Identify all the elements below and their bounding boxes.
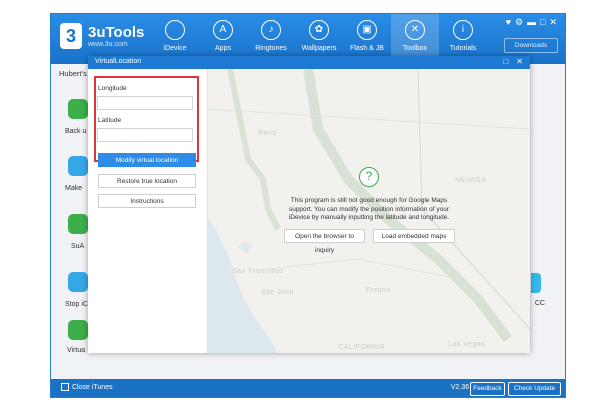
open-browser-button[interactable]: Open the browser to inquiry (284, 229, 365, 254)
dialog-titlebar: VirtualLocation □ ✕ (88, 56, 530, 69)
right-app-label: CC (534, 300, 545, 307)
stop-app-icon[interactable] (68, 272, 88, 292)
nav-label: Wallpapers (301, 45, 337, 52)
status-bar: Close iTunes V2.36 Feedback Check Update (51, 379, 565, 397)
flower-icon: ✿ (309, 20, 329, 40)
close-itunes-checkbox[interactable]: Close iTunes (61, 383, 113, 391)
latitude-input[interactable] (97, 128, 193, 142)
nav-label: Ringtones (255, 45, 287, 52)
bg-app-label: SuA (71, 243, 85, 250)
nav-label: Apps (215, 45, 231, 52)
modify-location-button[interactable]: Modify virtual location (98, 153, 196, 167)
right-app-icon[interactable] (531, 273, 541, 293)
instructions-button[interactable]: Instructions (98, 194, 196, 208)
downloads-button[interactable]: Downloads (504, 38, 558, 53)
device-name: Hubert's (59, 69, 87, 78)
load-embedded-maps-button[interactable]: Load embedded maps (373, 229, 455, 243)
bell-icon: ♪ (261, 20, 281, 40)
app-url: www.3u.com (88, 41, 128, 48)
app-name: 3uTools (88, 24, 145, 41)
bg-app-label: Make (65, 185, 83, 192)
gear-icon[interactable]: ⚙ (515, 17, 523, 27)
map-area[interactable]: Reno NEVADA San Francisco San Jose CALIF… (208, 69, 530, 353)
make-app-icon[interactable] (68, 156, 88, 176)
nav-label: Flash & JB (350, 45, 384, 52)
maximize-icon[interactable]: □ (540, 17, 545, 27)
apps-icon: A (213, 20, 233, 40)
map-label-nevada: NEVADA (455, 177, 487, 184)
map-label-reno: Reno (258, 130, 277, 137)
toolbox-icon: ✕ (405, 20, 425, 40)
checkbox-icon (61, 383, 69, 391)
virtual-location-dialog: VirtualLocation □ ✕ Longitude Latitude M… (88, 56, 530, 353)
close-icon[interactable]: ✕ (549, 17, 557, 27)
virtual-app-icon[interactable] (68, 320, 88, 340)
version-label: V2.36 (450, 384, 469, 391)
longitude-input[interactable] (97, 96, 193, 110)
map-label-fresno: Fresno (366, 287, 391, 294)
map-label-san-francisco: San Francisco (232, 268, 284, 275)
restore-location-button[interactable]: Restore true location (98, 174, 196, 188)
map-label-san-jose: San Jose (261, 289, 295, 296)
apple-icon (165, 20, 185, 40)
logo-icon: 3 (60, 23, 82, 49)
map-label-las-vegas: Las Vegas (448, 341, 486, 348)
minimize-icon[interactable]: ▬ (527, 17, 536, 27)
location-sidebar: Longitude Latitude Modify virtual locati… (88, 69, 208, 353)
latitude-label: Latitude (98, 117, 122, 124)
close-itunes-label: Close iTunes (72, 383, 113, 391)
bg-app-label: Virtua (67, 347, 86, 354)
map-label-california: CALIFORNIA (338, 344, 386, 351)
question-icon: ? (359, 167, 379, 187)
nav-label: Toolbox (402, 45, 428, 52)
map-support-message: This program is still not good enough fo… (288, 197, 450, 221)
nav-label: Tutorials (449, 45, 477, 52)
backup-app-icon[interactable] (68, 99, 88, 119)
dialog-title: VirtualLocation (95, 58, 142, 65)
bg-app-label: Back u (65, 128, 87, 135)
check-update-button[interactable]: Check Update (508, 382, 561, 396)
feedback-button[interactable]: Feedback (470, 382, 505, 396)
dialog-controls: □ ✕ (503, 57, 523, 66)
box-icon: ▣ (357, 20, 377, 40)
nav-label: iDevice (163, 45, 187, 52)
window-controls: ♥ ⚙ ▬ □ ✕ (506, 17, 557, 27)
close-icon[interactable]: ✕ (516, 57, 523, 66)
bg-app-label: Stop iC (65, 301, 88, 308)
heart-icon[interactable]: ♥ (506, 17, 511, 27)
sua-app-icon[interactable] (68, 214, 88, 234)
longitude-label: Longitude (98, 85, 127, 92)
info-icon: i (453, 20, 473, 40)
maximize-icon[interactable]: □ (503, 57, 508, 66)
